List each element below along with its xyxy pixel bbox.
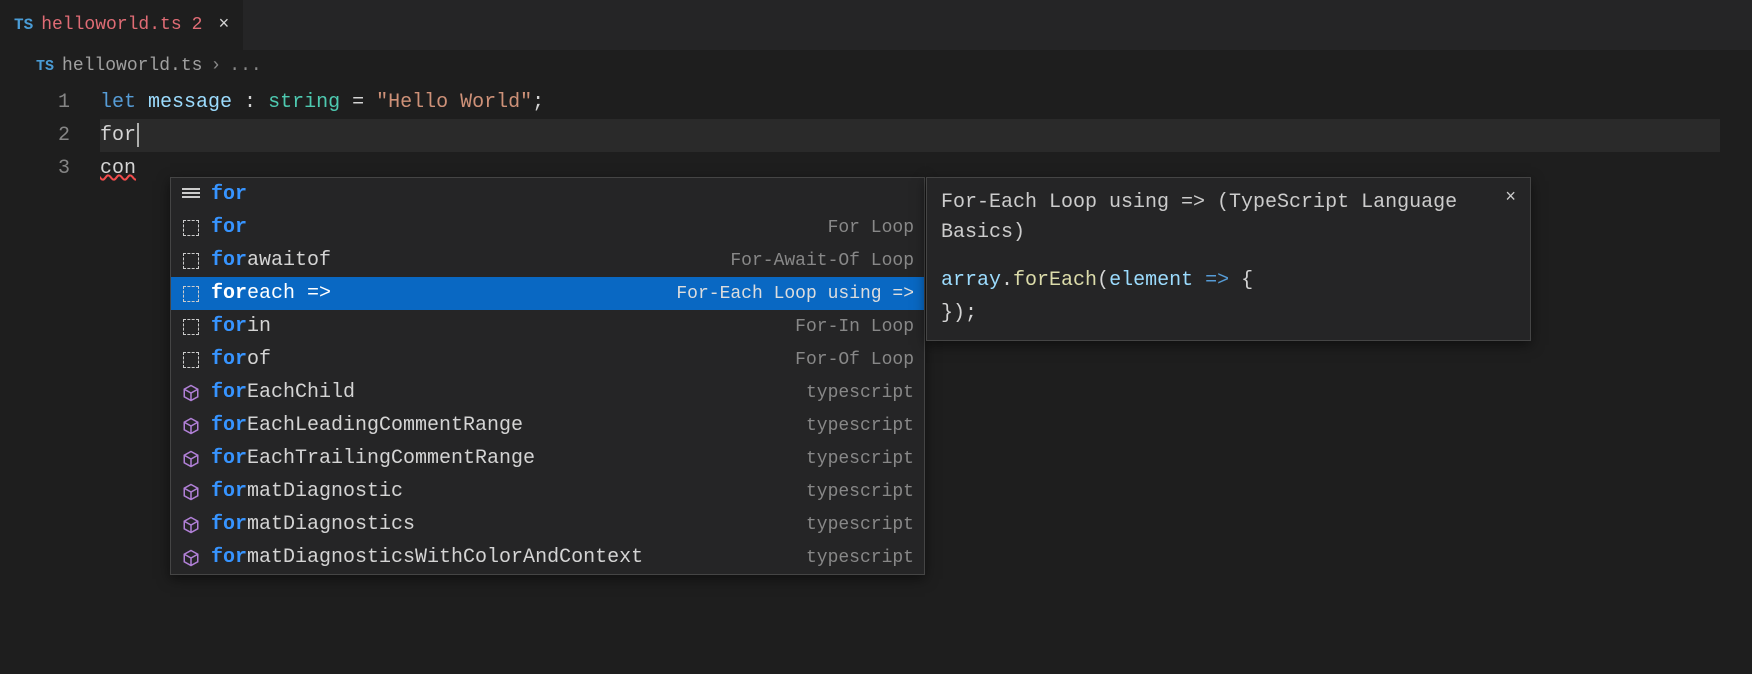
breadcrumb-file[interactable]: helloworld.ts: [62, 56, 202, 76]
snippet-icon: [181, 218, 201, 238]
suggestion-detail: typescript: [806, 482, 914, 502]
suggestion-detail: typescript: [806, 548, 914, 568]
suggestion-detail: For-Of Loop: [795, 350, 914, 370]
line-number-gutter: 1 2 3: [0, 86, 100, 185]
keyword-icon: [181, 185, 201, 205]
line-number: 1: [0, 86, 70, 119]
suggestion-detail: For-In Loop: [795, 317, 914, 337]
suggestion-label: for: [211, 183, 904, 206]
module-icon: [181, 515, 201, 535]
suggestion-label: forawaitof: [211, 249, 720, 272]
suggestion-item[interactable]: forof For-Of Loop: [171, 343, 924, 376]
doc-title: For-Each Loop using => (TypeScript Langu…: [941, 188, 1505, 248]
code-line[interactable]: let message : string = "Hello World";: [100, 86, 1720, 119]
suggestion-label: formatDiagnostics: [211, 513, 796, 536]
module-icon: [181, 449, 201, 469]
doc-code-preview: array.forEach(element => { });: [941, 264, 1516, 330]
suggestion-label: formatDiagnostic: [211, 480, 796, 503]
chevron-right-icon: ›: [210, 56, 221, 76]
suggestion-label: forEachTrailingCommentRange: [211, 447, 796, 470]
ts-file-icon: TS: [36, 58, 54, 75]
suggestion-item[interactable]: foreach => For-Each Loop using =>: [171, 277, 924, 310]
code-content[interactable]: let message : string = "Hello World"; fo…: [100, 86, 1720, 185]
suggestion-detail: typescript: [806, 449, 914, 469]
suggestion-label: forof: [211, 348, 785, 371]
suggestion-item[interactable]: for: [171, 178, 924, 211]
snippet-icon: [181, 317, 201, 337]
suggestion-item[interactable]: forEachLeadingCommentRange typescript: [171, 409, 924, 442]
suggestion-item[interactable]: for For Loop: [171, 211, 924, 244]
suggestion-detail: typescript: [806, 515, 914, 535]
snippet-icon: [181, 350, 201, 370]
suggestion-detail: For Loop: [828, 218, 914, 238]
suggestion-item[interactable]: forin For-In Loop: [171, 310, 924, 343]
line-number: 3: [0, 152, 70, 185]
snippet-icon: [181, 251, 201, 271]
tab-bar: TS helloworld.ts 2 ×: [0, 0, 1752, 50]
text-cursor: [137, 123, 139, 147]
editor[interactable]: 1 2 3 let message : string = "Hello Worl…: [0, 84, 1752, 185]
suggestion-detail: typescript: [806, 383, 914, 403]
line-number: 2: [0, 119, 70, 152]
editor-tab[interactable]: TS helloworld.ts 2 ×: [0, 0, 244, 50]
ts-file-icon: TS: [14, 16, 33, 34]
breadcrumb-more[interactable]: ...: [229, 56, 261, 76]
suggestion-label: formatDiagnosticsWithColorAndContext: [211, 546, 796, 569]
suggestion-label: forEachChild: [211, 381, 796, 404]
tab-problem-count: 2: [192, 15, 203, 35]
suggestion-label: for: [211, 216, 818, 239]
suggestion-item[interactable]: formatDiagnostic typescript: [171, 475, 924, 508]
close-icon[interactable]: ×: [1505, 188, 1516, 208]
suggestion-item[interactable]: forawaitof For-Await-Of Loop: [171, 244, 924, 277]
module-icon: [181, 383, 201, 403]
suggestion-label: forin: [211, 315, 785, 338]
module-icon: [181, 416, 201, 436]
suggestion-item[interactable]: formatDiagnosticsWithColorAndContext type…: [171, 541, 924, 574]
suggestion-detail: For-Await-Of Loop: [730, 251, 914, 271]
intellisense-documentation: For-Each Loop using => (TypeScript Langu…: [926, 177, 1531, 341]
module-icon: [181, 482, 201, 502]
module-icon: [181, 548, 201, 568]
suggestion-item[interactable]: formatDiagnostics typescript: [171, 508, 924, 541]
suggestion-detail: typescript: [806, 416, 914, 436]
breadcrumb[interactable]: TS helloworld.ts › ...: [0, 50, 1752, 84]
tab-filename: helloworld.ts: [41, 15, 181, 35]
suggestion-detail: For-Each Loop using =>: [676, 284, 914, 304]
suggestion-label: foreach =>: [211, 282, 666, 305]
suggestion-item[interactable]: forEachChild typescript: [171, 376, 924, 409]
close-icon[interactable]: ×: [218, 15, 229, 35]
suggestion-label: forEachLeadingCommentRange: [211, 414, 796, 437]
snippet-icon: [181, 284, 201, 304]
code-line-active[interactable]: for: [100, 119, 1720, 152]
intellisense-suggestions[interactable]: for for For Loop forawaitof For-Await-Of Loo…: [170, 177, 925, 575]
suggestion-item[interactable]: forEachTrailingCommentRange typescript: [171, 442, 924, 475]
